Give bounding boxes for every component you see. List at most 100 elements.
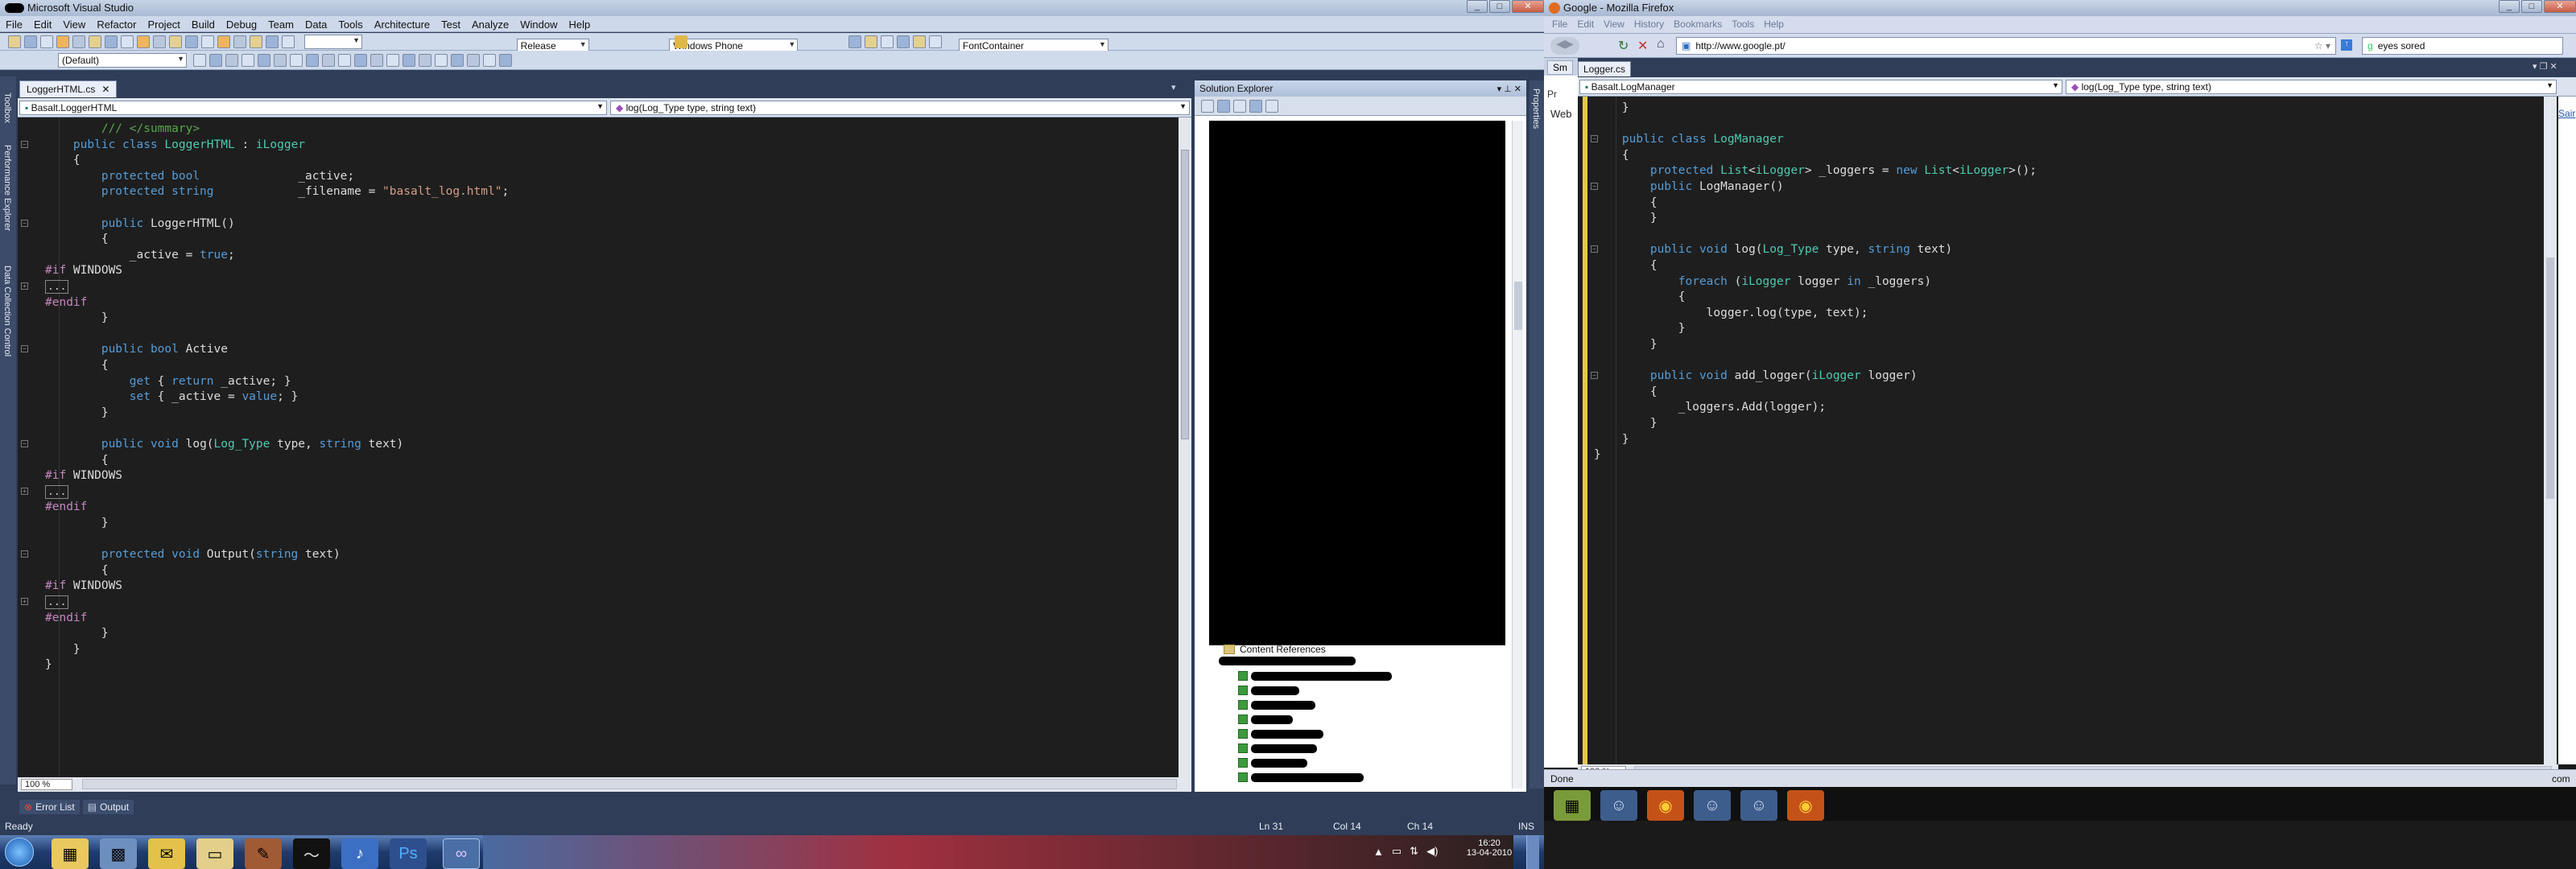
toolbar1b-icon-1[interactable] bbox=[848, 35, 861, 48]
toolbar1b-icon-4[interactable] bbox=[897, 35, 910, 48]
redacted-tree-row[interactable] bbox=[1238, 729, 1323, 739]
mail-icon[interactable]: ✉ bbox=[148, 838, 185, 869]
solution-toolbar-icon-4[interactable] bbox=[1249, 100, 1262, 113]
solution-toolbar-icon-1[interactable] bbox=[1201, 100, 1214, 113]
solution-tree[interactable]: Content References bbox=[1195, 116, 1526, 792]
ff-menu-item-edit[interactable]: Edit bbox=[1577, 19, 1594, 30]
toolbar1-icon-11[interactable] bbox=[169, 35, 182, 48]
ff-menu-item-view[interactable]: View bbox=[1604, 19, 1624, 30]
horizontal-scrollbar[interactable] bbox=[82, 779, 1177, 789]
ff-minimize-icon[interactable]: _ bbox=[2499, 0, 2520, 13]
toolbar2-icon-8[interactable] bbox=[306, 54, 319, 67]
side-tab-performance-explorer[interactable]: Performance Explorer bbox=[2, 145, 12, 231]
collapse-icon[interactable]: − bbox=[21, 440, 28, 447]
tree-scrollbar[interactable] bbox=[1512, 121, 1523, 789]
redacted-tree-row[interactable] bbox=[1238, 758, 1307, 768]
tree-scrollbar-thumb[interactable] bbox=[1514, 282, 1522, 330]
toolbar1-icon-4[interactable] bbox=[56, 35, 69, 48]
toolbar2-icon-15[interactable] bbox=[419, 54, 431, 67]
redacted-tree-row[interactable] bbox=[1219, 657, 1356, 665]
page-fragment-sair[interactable]: Sair bbox=[2558, 108, 2575, 119]
expand-icon[interactable]: + bbox=[21, 487, 28, 495]
toolbar1b-icon-5[interactable] bbox=[913, 35, 926, 48]
menu-item-view[interactable]: View bbox=[57, 16, 91, 33]
menu-item-test[interactable]: Test bbox=[436, 16, 466, 33]
expand-icon[interactable]: + bbox=[21, 282, 28, 290]
side-tab-data-collection[interactable]: Data Collection Control bbox=[2, 266, 12, 356]
layout-combo[interactable]: (Default) ▼ bbox=[58, 53, 187, 68]
zoom-combo[interactable]: 100 % bbox=[21, 779, 72, 790]
second-explorer-icon[interactable]: ▦ bbox=[1554, 790, 1591, 821]
menu-item-edit[interactable]: Edit bbox=[28, 16, 57, 33]
redacted-tree-row[interactable] bbox=[1238, 772, 1364, 782]
toolbar1-icon-16[interactable] bbox=[250, 35, 262, 48]
collapse-icon[interactable]: − bbox=[1591, 135, 1598, 143]
visual-studio-task-icon[interactable]: ∞ bbox=[443, 838, 480, 869]
menu-item-analyze[interactable]: Analyze bbox=[466, 16, 514, 33]
second-type-combo[interactable]: ▪ Basalt.LogManager ▼ bbox=[1579, 80, 2062, 94]
maximize-icon[interactable]: □ bbox=[1489, 0, 1510, 13]
collapsed-region[interactable]: ... bbox=[45, 484, 69, 499]
firefox-task-icon-1[interactable]: ◉ bbox=[1647, 790, 1684, 821]
side-tab-properties[interactable]: Properties bbox=[1531, 89, 1541, 129]
expand-icon[interactable]: + bbox=[21, 598, 28, 605]
menu-item-architecture[interactable]: Architecture bbox=[369, 16, 436, 33]
find-icon[interactable] bbox=[675, 35, 687, 48]
toolbar2-icon-17[interactable] bbox=[451, 54, 464, 67]
toolbar2-icon-18[interactable] bbox=[467, 54, 480, 67]
code-editor[interactable]: /// </summary> public class LoggerHTML :… bbox=[18, 117, 1179, 777]
stop-icon[interactable]: ✕ bbox=[1637, 38, 1648, 54]
toolbar2-icon-6[interactable] bbox=[274, 54, 287, 67]
collapse-icon[interactable]: − bbox=[1591, 245, 1598, 253]
mixer-icon[interactable]: ♪ bbox=[341, 838, 378, 869]
solution-toolbar-icon-2[interactable] bbox=[1217, 100, 1230, 113]
tab-output[interactable]: ▤ Output bbox=[82, 800, 134, 814]
users-icon-2[interactable]: ☺ bbox=[1694, 790, 1731, 821]
explorer-icon[interactable]: ▦ bbox=[52, 838, 89, 869]
collapsed-region[interactable]: ... bbox=[45, 595, 69, 609]
redacted-tree-row[interactable] bbox=[1238, 686, 1299, 695]
toolbar2-icon-12[interactable] bbox=[370, 54, 383, 67]
folder-app-icon[interactable]: ▭ bbox=[196, 838, 233, 869]
firefox-task-icon-2[interactable]: ◉ bbox=[1787, 790, 1824, 821]
redacted-tree-row[interactable] bbox=[1238, 700, 1315, 710]
toolbar2-icon-13[interactable] bbox=[386, 54, 399, 67]
toolbar1-icon-12[interactable] bbox=[185, 35, 198, 48]
toolbar1-icon-17[interactable] bbox=[266, 35, 279, 48]
ff-close-icon[interactable]: ✕ bbox=[2544, 0, 2576, 13]
toolbar2-icon-10[interactable] bbox=[338, 54, 351, 67]
ff-menu-item-history[interactable]: History bbox=[1634, 19, 1664, 30]
second-scrollbar-thumb[interactable] bbox=[2546, 257, 2554, 499]
search-engine-icon[interactable]: g bbox=[2368, 40, 2373, 51]
menu-item-project[interactable]: Project bbox=[142, 16, 185, 33]
tree-item-content-references[interactable]: Content References bbox=[1224, 644, 1326, 655]
toolbar2-icon-19[interactable] bbox=[483, 54, 496, 67]
toolbar1-icon-3[interactable] bbox=[40, 35, 53, 48]
toolbar2-icon-2[interactable] bbox=[209, 54, 222, 67]
ff-menu-item-file[interactable]: File bbox=[1552, 19, 1567, 30]
toolbar1-icon-15[interactable] bbox=[233, 35, 246, 48]
toolbar2-icon-20[interactable] bbox=[499, 54, 512, 67]
ff-maximize-icon[interactable]: □ bbox=[2521, 0, 2542, 13]
menu-item-data[interactable]: Data bbox=[299, 16, 332, 33]
collapse-icon[interactable]: − bbox=[21, 550, 28, 558]
redacted-tree-row[interactable] bbox=[1238, 671, 1392, 681]
menu-item-debug[interactable]: Debug bbox=[221, 16, 262, 33]
toolbar2-icon-9[interactable] bbox=[322, 54, 335, 67]
ff-browser-tab[interactable]: Sm bbox=[1547, 60, 1573, 75]
redacted-tree-row[interactable] bbox=[1238, 743, 1317, 753]
users-icon-1[interactable]: ☺ bbox=[1600, 790, 1637, 821]
addon-icon[interactable]: ↑ bbox=[2341, 39, 2352, 51]
bookmark-star-icon[interactable]: ☆ ▾ bbox=[2314, 40, 2335, 51]
close-icon[interactable]: ✕ bbox=[1512, 0, 1544, 13]
type-combo[interactable]: ▪ Basalt.LoggerHTML ▼ bbox=[19, 101, 607, 115]
toolbar1b-icon-6[interactable] bbox=[929, 35, 942, 48]
toolbar1-icon-2[interactable] bbox=[24, 35, 37, 48]
solution-toolbar-icon-5[interactable] bbox=[1265, 100, 1278, 113]
second-editor-window-controls[interactable]: ▾ ❐ ✕ bbox=[2533, 61, 2557, 72]
tray-network-icon[interactable]: ⇅ bbox=[1410, 845, 1418, 858]
toolbar2-icon-11[interactable] bbox=[354, 54, 367, 67]
toolbar1-icon-13[interactable] bbox=[201, 35, 214, 48]
redacted-tree-row[interactable] bbox=[1238, 715, 1293, 724]
toolbar2-icon-5[interactable] bbox=[258, 54, 270, 67]
